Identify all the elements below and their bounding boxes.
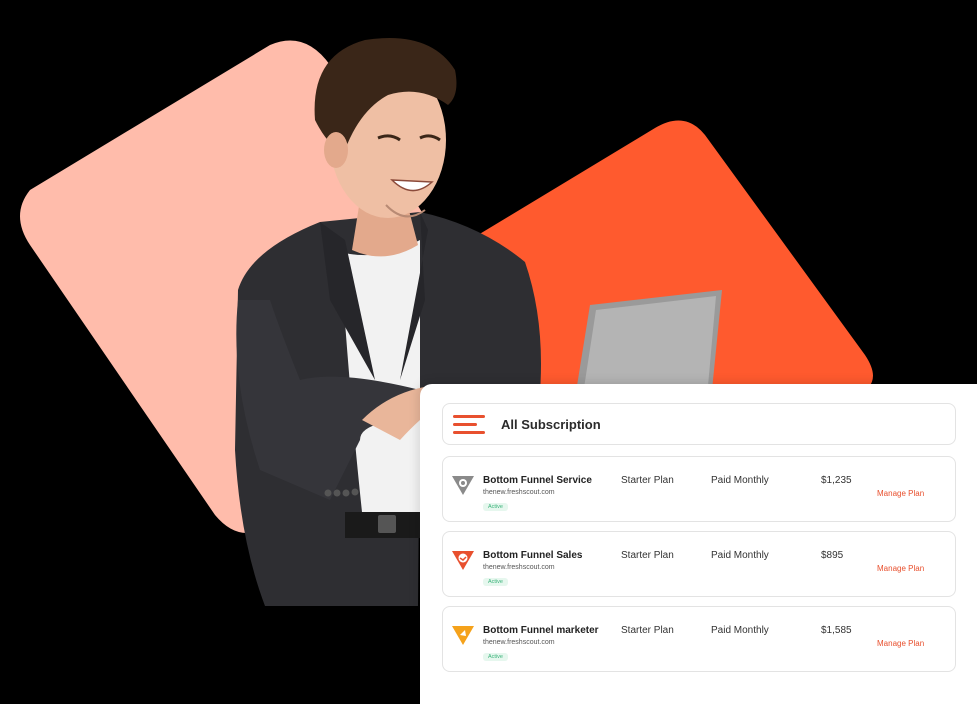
subscription-row[interactable]: Bottom Funnel Sales thenew.freshscout.co…: [442, 531, 956, 597]
product-name: Bottom Funnel Service: [483, 475, 592, 486]
gear-funnel-icon: [452, 476, 474, 495]
manage-plan-link[interactable]: Manage Plan: [877, 489, 924, 498]
plan-name: Starter Plan: [621, 475, 674, 486]
status-badge: Active: [483, 578, 508, 586]
subscription-card: All Subscription Bottom Funnel Service t…: [420, 384, 977, 704]
price: $1,585: [821, 625, 852, 636]
product-url: thenew.freshscout.com: [483, 639, 555, 646]
price: $1,235: [821, 475, 852, 486]
product-url: thenew.freshscout.com: [483, 489, 555, 496]
price: $895: [821, 550, 844, 561]
manage-plan-link[interactable]: Manage Plan: [877, 639, 924, 648]
subscription-row[interactable]: Bottom Funnel marketer thenew.freshscout…: [442, 606, 956, 672]
product-url: thenew.freshscout.com: [483, 564, 555, 571]
page-title: All Subscription: [501, 416, 601, 432]
billing-cycle: Paid Monthly: [711, 625, 769, 636]
handshake-funnel-icon: [452, 551, 474, 570]
product-name: Bottom Funnel Sales: [483, 550, 583, 561]
billing-cycle: Paid Monthly: [711, 475, 769, 486]
menu-lines-icon[interactable]: [453, 413, 485, 435]
product-name: Bottom Funnel marketer: [483, 625, 599, 636]
plan-name: Starter Plan: [621, 550, 674, 561]
subscription-row[interactable]: Bottom Funnel Service thenew.freshscout.…: [442, 456, 956, 522]
megaphone-funnel-icon: [452, 626, 474, 645]
billing-cycle: Paid Monthly: [711, 550, 769, 561]
status-badge: Active: [483, 653, 508, 661]
manage-plan-link[interactable]: Manage Plan: [877, 564, 924, 573]
subscription-header: All Subscription: [442, 403, 956, 445]
status-badge: Active: [483, 503, 508, 511]
plan-name: Starter Plan: [621, 625, 674, 636]
